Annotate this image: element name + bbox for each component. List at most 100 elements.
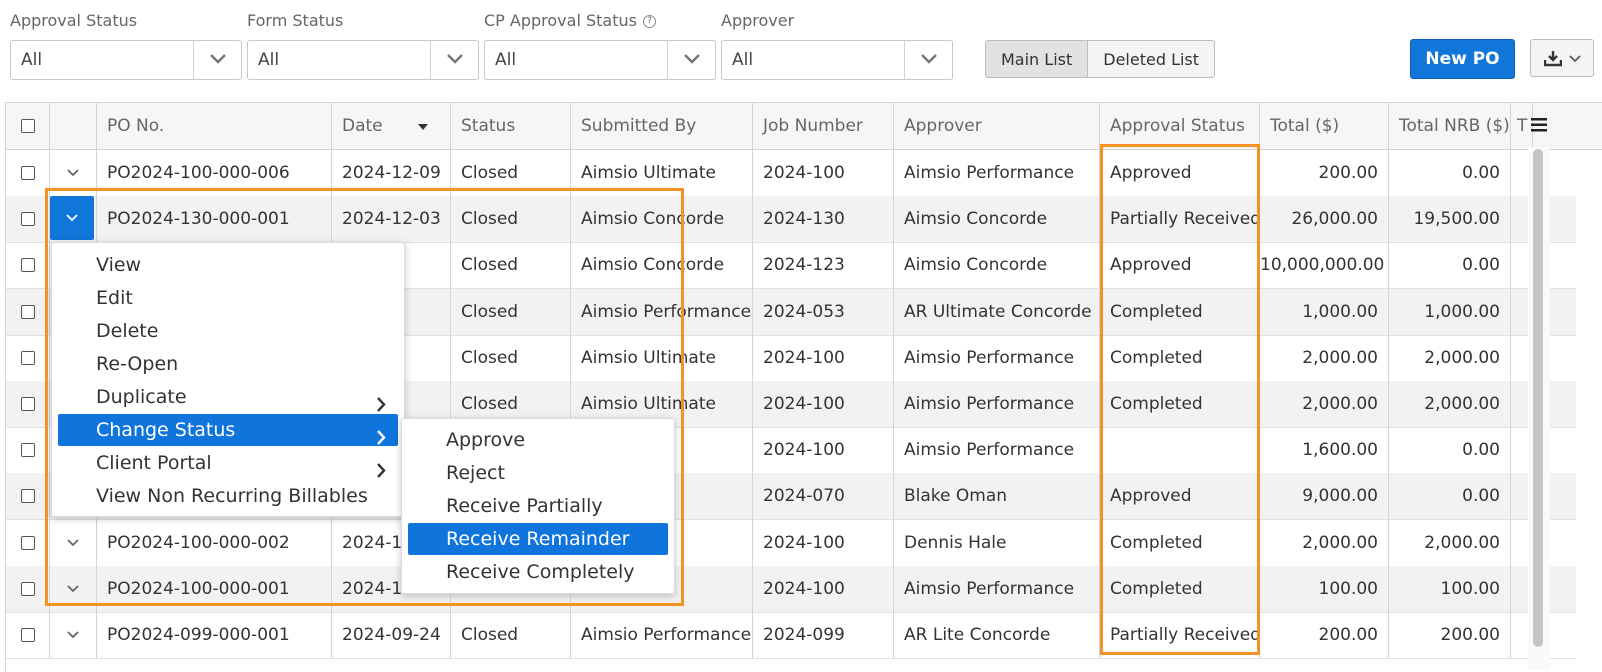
menu-item-duplicate[interactable]: Duplicate	[58, 381, 398, 413]
row-expand-cell[interactable]	[50, 519, 97, 566]
chevron-down-icon[interactable]	[667, 41, 715, 79]
row-checkbox[interactable]	[20, 581, 35, 596]
filter-label: Approval Status	[10, 11, 138, 30]
row-checkbox[interactable]	[20, 397, 35, 411]
submenu-item-reject[interactable]: Reject	[408, 457, 668, 489]
cell-job: 2024-100	[753, 565, 894, 612]
row-checkbox[interactable]	[20, 212, 35, 227]
table-row[interactable]: PO2024-100-000-0012024-10nate2024-100Aim…	[6, 565, 1576, 613]
row-checkbox[interactable]	[20, 304, 35, 319]
table-row[interactable]: PO2024-130-000-001 2024-12-03 Closed Aimsio…	[6, 196, 1576, 244]
row-select-cell[interactable]	[6, 565, 50, 612]
cell-nrb: 0.00	[1389, 427, 1511, 474]
approver-select[interactable]: All	[721, 40, 953, 80]
cell-approver: Aimsio Performance	[894, 150, 1100, 196]
row-actions-chevron-icon[interactable]	[50, 566, 96, 612]
menu-item-delete[interactable]: Delete	[58, 315, 398, 347]
submenu-item-receive-partially[interactable]: Receive Partially	[408, 490, 668, 522]
header-status[interactable]: Status	[451, 103, 571, 149]
row-checkbox[interactable]	[20, 489, 35, 504]
export-button[interactable]	[1530, 39, 1594, 77]
filter-approver: Approver	[721, 10, 794, 32]
row-checkbox[interactable]	[20, 535, 35, 550]
cell-status: Closed	[451, 242, 571, 289]
row-select-cell[interactable]	[6, 519, 50, 566]
row-actions-chevron-icon[interactable]	[50, 150, 96, 196]
cell-status: Closed	[451, 288, 571, 335]
header-submitted-by[interactable]: Submitted By	[571, 103, 753, 149]
select-value: All	[258, 50, 280, 70]
row-expand-cell[interactable]	[50, 612, 97, 658]
header-approval-status[interactable]: Approval Status	[1100, 103, 1260, 149]
chevron-down-icon[interactable]	[193, 41, 241, 79]
cell-date: 2024-12-09	[332, 150, 451, 196]
submenu-item-receive-remainder[interactable]: Receive Remainder	[408, 523, 668, 555]
header-po-no[interactable]: PO No.	[97, 103, 332, 149]
table-row[interactable]: PO2024-100-000-006 2024-12-09 Closed Aimsio…	[6, 150, 1576, 197]
row-select-cell[interactable]	[6, 381, 50, 427]
cell-nrb: 19,500.00	[1389, 196, 1511, 243]
menu-item-edit[interactable]: Edit	[58, 282, 398, 314]
cell-status: Closed	[451, 334, 571, 381]
row-select-cell[interactable]	[6, 334, 50, 381]
header-total[interactable]: Total ($)	[1260, 103, 1389, 149]
cell-total: 2,000.00	[1260, 334, 1389, 381]
cell-submitted: Aimsio Concorde	[571, 196, 753, 243]
menu-item-change-status[interactable]: Change Status	[58, 414, 398, 446]
row-expand-cell[interactable]	[50, 196, 97, 243]
sort-desc-icon	[418, 124, 428, 130]
submenu-item-receive-completely[interactable]: Receive Completely	[408, 556, 668, 588]
menu-item-view-non-recurring-billables[interactable]: View Non Recurring Billables	[58, 480, 398, 512]
scrollbar-thumb[interactable]	[1533, 149, 1543, 647]
table-row[interactable]: PO2024-100-000-0022024-10nate2024-100Den…	[6, 519, 1576, 567]
row-checkbox[interactable]	[20, 443, 35, 458]
new-po-button[interactable]: New PO	[1410, 39, 1515, 79]
cp-approval-status-select[interactable]: All	[484, 40, 716, 80]
row-select-cell[interactable]	[6, 242, 50, 289]
row-checkbox[interactable]	[20, 258, 35, 273]
vertical-scrollbar[interactable]	[1528, 147, 1550, 670]
row-select-cell[interactable]	[6, 427, 50, 474]
row-checkbox[interactable]	[20, 166, 35, 180]
header-date[interactable]: Date	[332, 103, 451, 149]
header-select-all[interactable]	[6, 103, 50, 149]
row-select-cell[interactable]	[6, 612, 50, 658]
form-status-select[interactable]: All	[247, 40, 479, 80]
row-select-cell[interactable]	[6, 150, 50, 196]
cell-approval	[1100, 427, 1260, 474]
cell-nrb: 100.00	[1389, 565, 1511, 612]
row-context-menu: View Edit Delete Re-Open Duplicate Change Sta…	[51, 242, 405, 517]
chevron-down-icon[interactable]	[430, 41, 478, 79]
main-list-button[interactable]: Main List	[986, 41, 1089, 77]
select-all-checkbox[interactable]	[20, 119, 35, 133]
row-checkbox[interactable]	[20, 350, 35, 365]
row-checkbox[interactable]	[20, 628, 35, 642]
column-menu-icon[interactable]	[1527, 103, 1557, 149]
filter-approval-status: Approval Status	[10, 10, 137, 32]
row-select-cell[interactable]	[6, 196, 50, 243]
menu-item-client-portal[interactable]: Client Portal	[58, 447, 398, 479]
deleted-list-button[interactable]: Deleted List	[1088, 41, 1215, 77]
chevron-down-icon[interactable]	[904, 41, 952, 79]
row-actions-chevron-icon[interactable]	[50, 612, 96, 658]
table-row[interactable]: PO2024-099-000-001 2024-09-24 Closed Aimsio…	[6, 612, 1576, 659]
submenu-item-approve[interactable]: Approve	[408, 424, 668, 456]
cell-status: Closed	[451, 150, 571, 196]
row-select-cell[interactable]	[6, 288, 50, 335]
header-total-nrb[interactable]: Total NRB ($)	[1389, 103, 1511, 149]
row-actions-chevron-icon[interactable]	[50, 196, 94, 241]
header-job-number[interactable]: Job Number	[753, 103, 894, 149]
menu-item-re-open[interactable]: Re-Open	[58, 348, 398, 380]
approval-status-select[interactable]: All	[10, 40, 242, 80]
row-select-cell[interactable]	[6, 473, 50, 520]
header-approver[interactable]: Approver	[894, 103, 1100, 149]
cell-approval: Completed	[1100, 288, 1260, 335]
cell-po: PO2024-100-000-001	[97, 565, 332, 612]
menu-item-view[interactable]: View	[58, 249, 398, 281]
row-expand-cell[interactable]	[50, 565, 97, 612]
cell-approval: Approved	[1100, 242, 1260, 289]
help-icon[interactable]: ?	[642, 14, 656, 28]
row-actions-chevron-icon[interactable]	[50, 520, 96, 566]
cell-submitted: Aimsio Ultimate	[571, 334, 753, 381]
row-expand-cell[interactable]	[50, 150, 97, 196]
